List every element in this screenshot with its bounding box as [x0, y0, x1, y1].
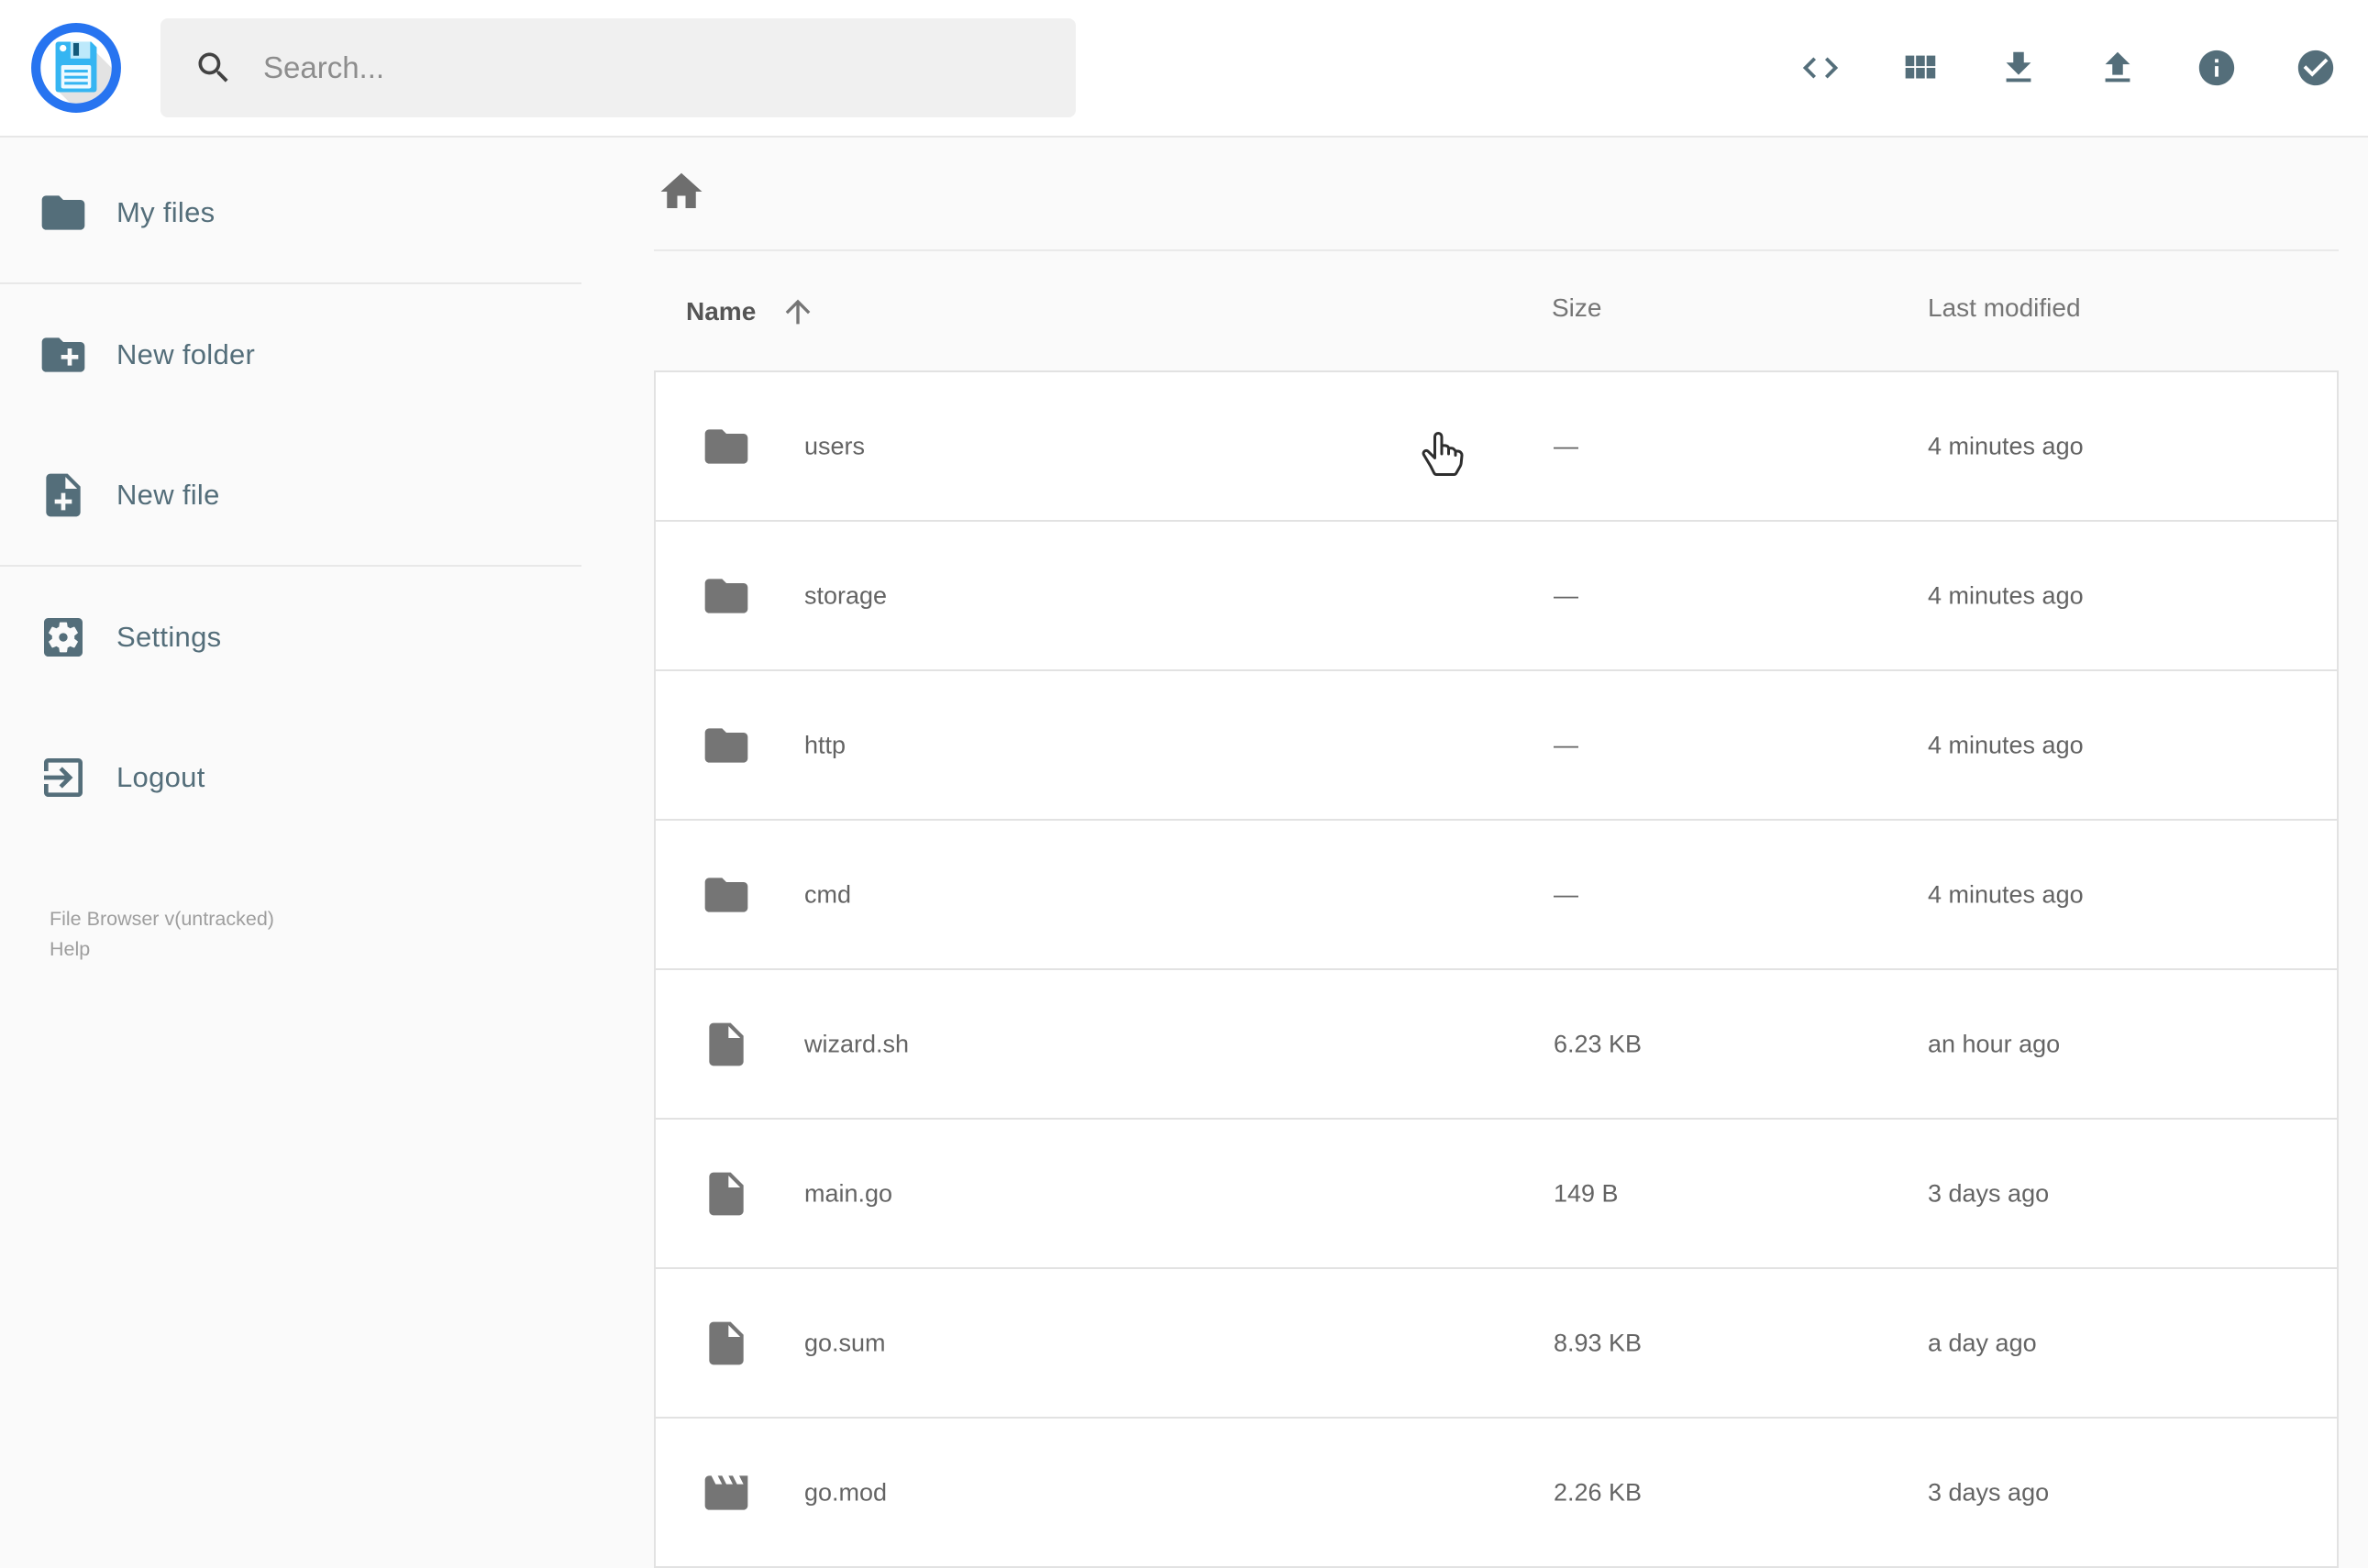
file-row-main-go[interactable]: main.go 149 B 3 days ago — [656, 1120, 2337, 1269]
select-multiple-button[interactable] — [2295, 47, 2337, 89]
column-header-name[interactable]: Name — [686, 293, 816, 330]
sort-arrow-up-icon — [780, 293, 816, 330]
home-icon — [657, 167, 706, 216]
column-header-size[interactable]: Size — [1552, 293, 1601, 323]
upload-button[interactable] — [2097, 47, 2139, 89]
file-row-users[interactable]: users — 4 minutes ago — [656, 372, 2337, 522]
logout-icon — [38, 752, 89, 803]
breadcrumb-home-button[interactable] — [657, 167, 706, 216]
settings-icon — [38, 612, 89, 663]
new-file-icon — [38, 469, 89, 521]
sidebar-item-new-file[interactable]: New file — [0, 425, 581, 565]
movie-icon — [701, 1467, 752, 1518]
folder-icon — [38, 187, 89, 238]
file-icon — [701, 1019, 752, 1070]
search-icon — [194, 48, 234, 88]
file-row-go-mod[interactable]: go.mod 2.26 KB 3 days ago — [656, 1419, 2337, 1568]
download-icon — [1997, 47, 2040, 89]
file-row-go-sum[interactable]: go.sum 8.93 KB a day ago — [656, 1269, 2337, 1419]
folder-icon — [701, 421, 752, 472]
folder-icon — [701, 720, 752, 771]
file-row-http[interactable]: http — 4 minutes ago — [656, 671, 2337, 821]
sidebar-footer: File Browser v(untracked) Help — [50, 904, 274, 965]
upload-icon — [2097, 47, 2139, 89]
raw-code-view-button[interactable] — [1799, 47, 1842, 89]
app-logo[interactable] — [29, 21, 123, 115]
app-version-text: File Browser v(untracked) — [50, 908, 274, 930]
code-icon — [1799, 47, 1842, 89]
info-icon — [2196, 47, 2238, 89]
folder-icon — [701, 570, 752, 622]
file-icon — [701, 1168, 752, 1220]
search-bar[interactable] — [160, 18, 1076, 117]
grid-icon — [1898, 47, 1941, 89]
sidebar-item-logout[interactable]: Logout — [0, 707, 581, 847]
info-button[interactable] — [2196, 47, 2238, 89]
sidebar-item-my-files[interactable]: My files — [0, 142, 581, 282]
column-header-name-label: Name — [686, 297, 757, 326]
breadcrumb-divider — [654, 249, 2339, 251]
help-link[interactable]: Help — [50, 934, 274, 965]
search-input[interactable] — [261, 50, 1057, 86]
file-row-cmd[interactable]: cmd — 4 minutes ago — [656, 821, 2337, 970]
sidebar-item-settings[interactable]: Settings — [0, 567, 581, 707]
grid-view-button[interactable] — [1898, 47, 1941, 89]
top-bar — [0, 0, 2368, 138]
folder-icon — [701, 869, 752, 921]
file-icon — [701, 1318, 752, 1369]
file-row-storage[interactable]: storage — 4 minutes ago — [656, 522, 2337, 671]
file-row-wizard-sh[interactable]: wizard.sh 6.23 KB an hour ago — [656, 970, 2337, 1120]
floppy-disk-logo-icon — [31, 23, 121, 113]
check-circle-icon — [2295, 47, 2337, 89]
file-list: users — 4 minutes ago storage — 4 minute… — [654, 370, 2339, 1568]
new-folder-icon — [38, 329, 89, 381]
sidebar-item-new-folder[interactable]: New folder — [0, 284, 581, 425]
column-header-modified[interactable]: Last modified — [1928, 293, 2081, 323]
download-button[interactable] — [1997, 47, 2040, 89]
sidebar: My files New folder New file Settings Lo… — [0, 136, 581, 960]
toolbar-actions — [1799, 47, 2337, 89]
